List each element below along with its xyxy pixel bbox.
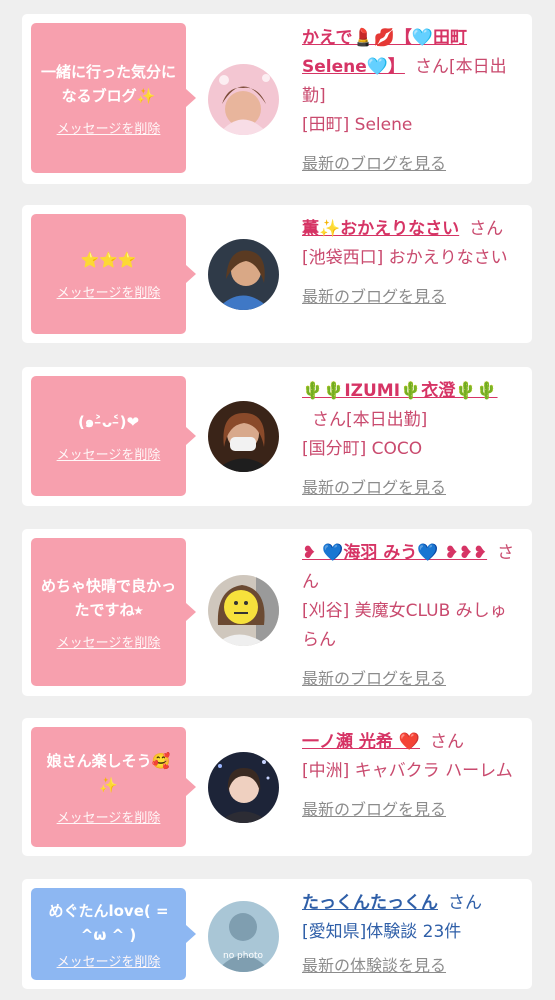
- review-info: [愛知県]体験談 23件: [302, 922, 462, 942]
- honorific: さん: [430, 732, 465, 752]
- avatar[interactable]: [208, 401, 279, 472]
- item-info: かえで💄💋【🩵田町Selene🩵】 さん[本日出勤] [田町] Selene 最新…: [302, 24, 522, 178]
- message-text: めちゃ快晴で良かったですね⭑: [40, 576, 176, 619]
- status-badge: [本日出勤]: [346, 410, 428, 430]
- message-text: ⭐️⭐️⭐️: [80, 250, 137, 269]
- message-bubble: (๑˃̵ᴗ˂̵)❤ メッセージを削除: [31, 376, 196, 496]
- list-item: めぐたんlove( = ^ω ^ ) メッセージを削除 no photo たっく…: [22, 879, 532, 989]
- shop-name: [池袋西口] おかえりなさい: [302, 248, 508, 268]
- shop-name: [刈谷] 美魔女CLUB みしゅらん: [302, 601, 507, 650]
- list-item: めちゃ快晴で良かったですね⭑ メッセージを削除 ❥ 💙海羽 みう💙 ❥❥❥ さん …: [22, 529, 532, 696]
- shop-name: [国分町] COCO: [302, 439, 423, 459]
- latest-blog-link[interactable]: 最新のブログを見る: [302, 473, 522, 502]
- delete-message-link[interactable]: メッセージを削除: [57, 807, 161, 826]
- message-text: (๑˃̵ᴗ˂̵)❤: [77, 412, 140, 431]
- avatar[interactable]: [208, 64, 279, 135]
- item-info: ❥ 💙海羽 みう💙 ❥❥❥ さん [刈谷] 美魔女CLUB みしゅらん 最新のブロ…: [302, 539, 522, 693]
- cast-name-link[interactable]: ❥ 💙海羽 みう💙 ❥❥❥: [302, 543, 487, 563]
- message-bubble: 娘さん楽しそう🥰✨ メッセージを削除: [31, 727, 196, 847]
- cast-name-link[interactable]: 🌵🌵IZUMI🌵衣澄🌵🌵: [302, 381, 498, 401]
- delete-message-link[interactable]: メッセージを削除: [57, 951, 161, 970]
- no-photo-label: no photo: [223, 951, 264, 961]
- user-name-link[interactable]: たっくんたっくん: [302, 893, 438, 913]
- message-bubble: 一緒に行った気分になるブログ✨ メッセージを削除: [31, 23, 196, 173]
- list-item: (๑˃̵ᴗ˂̵)❤ メッセージを削除 🌵🌵IZUMI🌵衣澄🌵🌵 さん[本日出勤] …: [22, 367, 532, 506]
- message-text: 一緒に行った気分になるブログ✨: [40, 62, 176, 105]
- honorific: さん: [448, 893, 482, 913]
- list-item: ⭐️⭐️⭐️ メッセージを削除 薫✨おかえりなさい さん [池袋西口] おかえりな…: [22, 205, 532, 343]
- delete-message-link[interactable]: メッセージを削除: [57, 632, 161, 651]
- item-info: 薫✨おかえりなさい さん [池袋西口] おかえりなさい 最新のブログを見る: [302, 215, 522, 311]
- message-bubble: ⭐️⭐️⭐️ メッセージを削除: [31, 214, 196, 334]
- item-info: 一ノ瀬 光希 ❤️ さん [中洲] キャバクラ ハーレム 最新のブログを見る: [302, 728, 522, 824]
- delete-message-link[interactable]: メッセージを削除: [57, 118, 161, 137]
- shop-name: [中洲] キャバクラ ハーレム: [302, 761, 513, 781]
- message-bubble: めぐたんlove( = ^ω ^ ) メッセージを削除: [31, 888, 196, 980]
- item-info: 🌵🌵IZUMI🌵衣澄🌵🌵 さん[本日出勤] [国分町] COCO 最新のブログを見…: [302, 377, 522, 502]
- message-text: 娘さん楽しそう🥰✨: [46, 751, 171, 794]
- list-item: 一緒に行った気分になるブログ✨ メッセージを削除 かえで💄💋【🩵田町Selene…: [22, 14, 532, 184]
- latest-blog-link[interactable]: 最新のブログを見る: [302, 149, 522, 178]
- avatar[interactable]: [208, 752, 279, 823]
- list-item: 娘さん楽しそう🥰✨ メッセージを削除 一ノ瀬 光希 ❤️ さん [中洲] キャバク…: [22, 718, 532, 856]
- latest-review-link[interactable]: 最新の体験談を見る: [302, 951, 522, 980]
- honorific: さん: [414, 57, 449, 77]
- latest-blog-link[interactable]: 最新のブログを見る: [302, 282, 522, 311]
- avatar[interactable]: no photo: [208, 901, 279, 972]
- message-text: めぐたんlove( = ^ω ^ ): [48, 901, 169, 944]
- message-list: 一緒に行った気分になるブログ✨ メッセージを削除 かえで💄💋【🩵田町Selene…: [0, 0, 555, 1000]
- delete-message-link[interactable]: メッセージを削除: [57, 444, 161, 463]
- latest-blog-link[interactable]: 最新のブログを見る: [302, 795, 522, 824]
- cast-name-link[interactable]: 薫✨おかえりなさい: [302, 219, 459, 239]
- item-info: たっくんたっくん さん [愛知県]体験談 23件 最新の体験談を見る: [302, 889, 522, 980]
- avatar[interactable]: [208, 575, 279, 646]
- cast-name-link[interactable]: 一ノ瀬 光希 ❤️: [302, 732, 420, 752]
- delete-message-link[interactable]: メッセージを削除: [57, 282, 161, 301]
- latest-blog-link[interactable]: 最新のブログを見る: [302, 664, 522, 693]
- message-bubble: めちゃ快晴で良かったですね⭑ メッセージを削除: [31, 538, 196, 686]
- shop-name: [田町] Selene: [302, 115, 413, 135]
- honorific: さん: [469, 219, 504, 239]
- honorific: さん: [312, 410, 346, 430]
- avatar[interactable]: [208, 239, 279, 310]
